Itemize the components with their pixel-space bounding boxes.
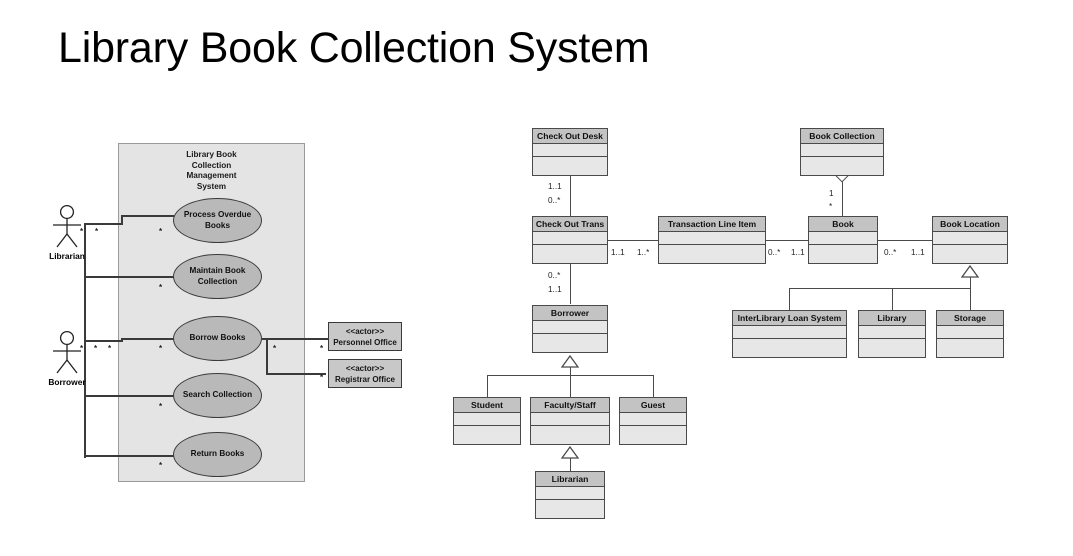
generalization-triangle-faculty-icon [561, 446, 579, 459]
class-attributes-compartment [536, 487, 604, 500]
class-methods-compartment [533, 334, 607, 347]
class-name: InterLibrary Loan System [733, 311, 846, 326]
class-methods-compartment [536, 500, 604, 513]
multiplicity-trans-borrower-near: 0..* [548, 271, 561, 280]
class-name: Student [454, 398, 520, 413]
multiplicity-trans-lineitem-far: 1..* [637, 248, 650, 257]
class-name: Librarian [536, 472, 604, 487]
class-methods-compartment [531, 426, 609, 439]
class-attributes-compartment [454, 413, 520, 426]
class-name: Book Location [933, 217, 1007, 232]
class-attributes-compartment [801, 144, 883, 157]
class-attributes-compartment [809, 232, 877, 245]
class-methods-compartment [454, 426, 520, 439]
class-attributes-compartment [933, 232, 1007, 245]
multiplicity-book-location-near: 0..* [884, 248, 897, 257]
class-name: Guest [620, 398, 686, 413]
generalization-location-bar [789, 288, 971, 290]
class-attributes-compartment [531, 413, 609, 426]
class-book-collection[interactable]: Book Collection [800, 128, 884, 176]
multiplicity-collection-book-far: * [829, 202, 833, 211]
class-name: Storage [937, 311, 1003, 326]
assoc-book-location-line [878, 240, 933, 242]
class-methods-compartment [533, 157, 607, 170]
assoc-lineitem-book-line [765, 240, 809, 242]
class-methods-compartment [620, 426, 686, 439]
multiplicity-trans-borrower-far: 1..1 [548, 285, 562, 294]
multiplicity-lineitem-book-near: 0..* [768, 248, 781, 257]
class-name: Faculty/Staff [531, 398, 609, 413]
class-methods-compartment [937, 339, 1003, 352]
class-methods-compartment [933, 245, 1007, 258]
class-borrower[interactable]: Borrower [532, 305, 608, 353]
multiplicity-trans-lineitem-near: 1..1 [611, 248, 625, 257]
class-methods-compartment [733, 339, 846, 352]
class-attributes-compartment [859, 326, 925, 339]
class-faculty-staff[interactable]: Faculty/Staff [530, 397, 610, 445]
class-interlibrary-loan-system[interactable]: InterLibrary Loan System [732, 310, 847, 358]
multiplicity-desk-trans-near: 1..1 [548, 182, 562, 191]
generalization-to-library-line [892, 288, 894, 310]
generalization-to-guest-line [653, 375, 655, 398]
generalization-triangle-location-icon [961, 265, 979, 278]
class-check-out-trans[interactable]: Check Out Trans [532, 216, 608, 264]
class-methods-compartment [801, 157, 883, 170]
generalization-to-storage-line [970, 288, 972, 310]
multiplicity-desk-trans-far: 0..* [548, 196, 561, 205]
multiplicity-collection-book-near: 1 [829, 189, 834, 198]
class-librarian[interactable]: Librarian [535, 471, 605, 519]
class-methods-compartment [659, 245, 765, 258]
class-attributes-compartment [533, 232, 607, 245]
class-attributes-compartment [659, 232, 765, 245]
class-book[interactable]: Book [808, 216, 878, 264]
class-storage[interactable]: Storage [936, 310, 1004, 358]
class-attributes-compartment [733, 326, 846, 339]
class-library[interactable]: Library [858, 310, 926, 358]
class-diagram: Check Out Desk Check Out Trans Transacti… [0, 0, 1073, 556]
class-attributes-compartment [937, 326, 1003, 339]
class-name: Check Out Desk [533, 129, 607, 144]
class-attributes-compartment [533, 144, 607, 157]
multiplicity-lineitem-book-far: 1..1 [791, 248, 805, 257]
class-methods-compartment [859, 339, 925, 352]
assoc-trans-borrower-line [570, 263, 572, 304]
class-attributes-compartment [533, 321, 607, 334]
class-name: Book [809, 217, 877, 232]
class-methods-compartment [533, 245, 607, 258]
class-name: Borrower [533, 306, 607, 321]
slide-canvas: Library Book Collection System Library B… [0, 0, 1073, 556]
multiplicity-book-location-far: 1..1 [911, 248, 925, 257]
class-name: Book Collection [801, 129, 883, 144]
class-transaction-line-item[interactable]: Transaction Line Item [658, 216, 766, 264]
class-methods-compartment [809, 245, 877, 258]
class-name: Transaction Line Item [659, 217, 765, 232]
generalization-to-ill-line [789, 288, 791, 310]
class-name: Check Out Trans [533, 217, 607, 232]
class-name: Library [859, 311, 925, 326]
assoc-trans-lineitem-line [607, 240, 659, 242]
class-book-location[interactable]: Book Location [932, 216, 1008, 264]
class-student[interactable]: Student [453, 397, 521, 445]
generalization-triangle-borrower-icon [561, 355, 579, 368]
assoc-desk-trans-line [570, 176, 572, 217]
generalization-to-student-line [487, 375, 489, 398]
class-guest[interactable]: Guest [619, 397, 687, 445]
class-check-out-desk[interactable]: Check Out Desk [532, 128, 608, 176]
generalization-to-faculty-line [570, 375, 572, 398]
class-attributes-compartment [620, 413, 686, 426]
